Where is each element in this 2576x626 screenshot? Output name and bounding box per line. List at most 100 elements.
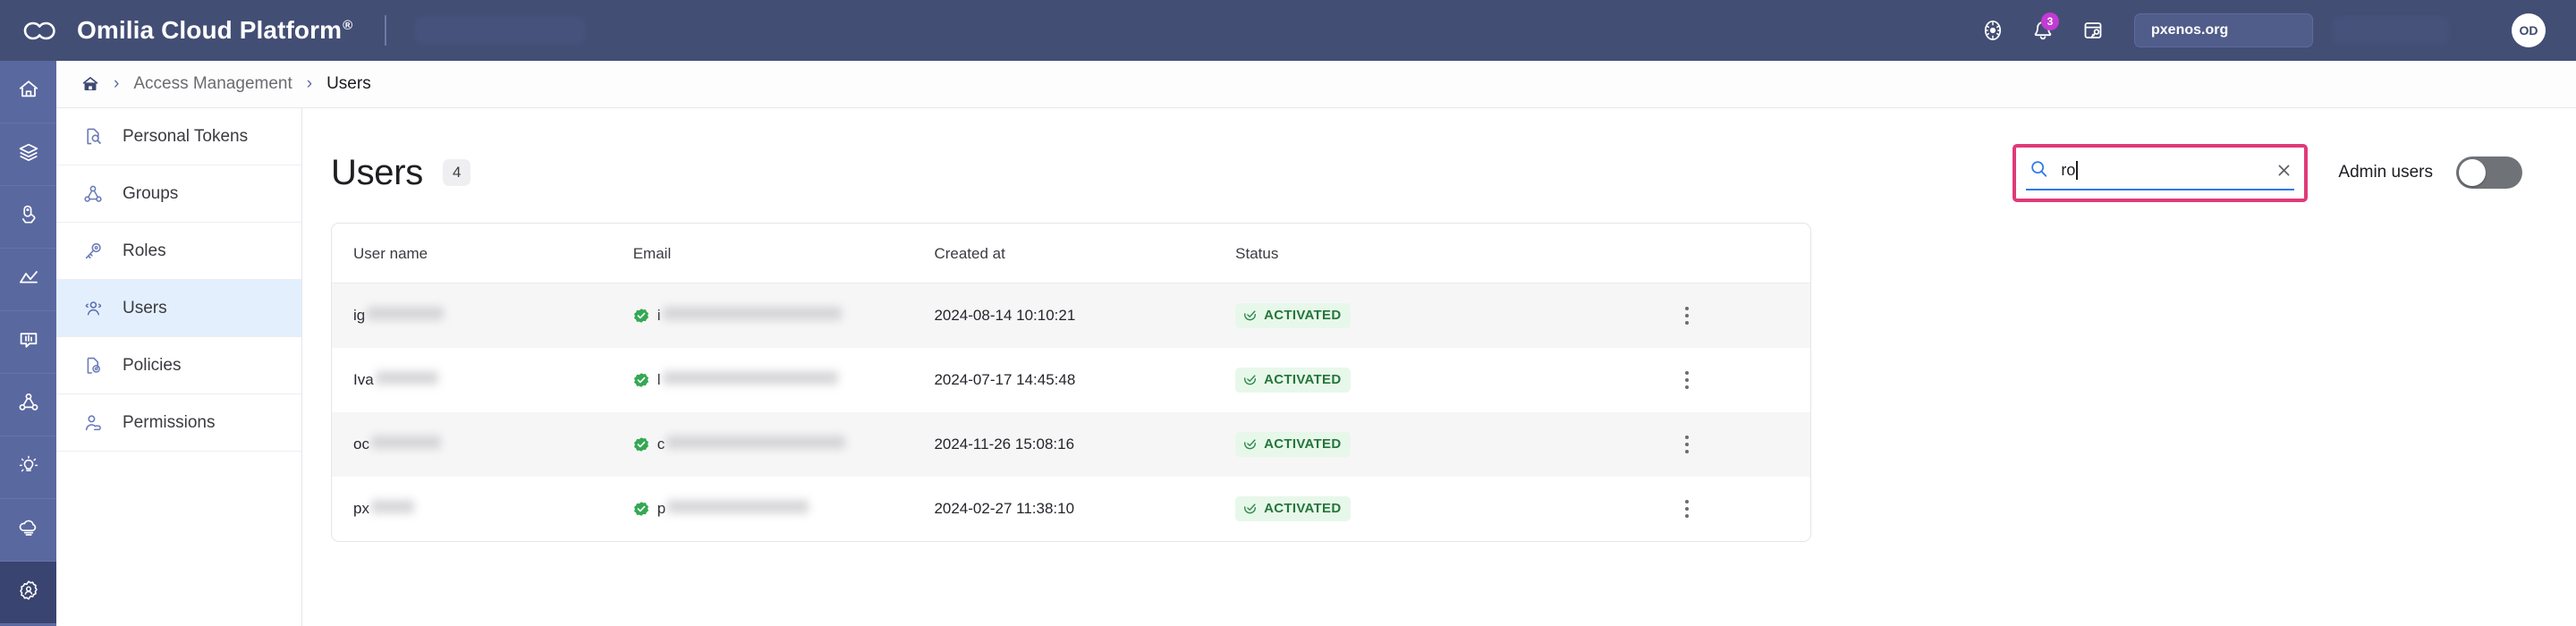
breadcrumb-home-icon[interactable]	[81, 75, 99, 93]
user-name-prefix: oc	[353, 436, 369, 453]
panel-row: Personal Tokens Groups	[56, 108, 2576, 626]
cell-actions	[1674, 412, 1810, 477]
search-input[interactable]: ro	[2061, 161, 2263, 180]
redacted-email: i	[657, 307, 842, 325]
user-name-prefix: ig	[353, 307, 365, 325]
user-name-prefix: Iva	[353, 371, 374, 389]
header-placeholder-box	[415, 17, 585, 44]
cell-created-at: 2024-11-26 15:08:16	[934, 412, 1235, 477]
rail-item-interactions[interactable]	[0, 186, 56, 249]
sidebar-item-roles[interactable]: Roles	[56, 223, 301, 280]
kebab-menu-icon[interactable]	[1674, 367, 1700, 393]
cell-user-name: oc	[332, 412, 633, 477]
email-prefix: i	[657, 307, 661, 325]
notification-count-badge: 3	[2041, 13, 2059, 30]
breadcrumb: › Access Management › Users	[56, 61, 2576, 108]
cell-actions	[1674, 283, 1810, 349]
header-placeholder-box-2	[2333, 17, 2449, 44]
sidebar-item-permissions[interactable]: Permissions	[56, 394, 301, 452]
breadcrumb-parent-link[interactable]: Access Management	[133, 74, 292, 94]
kebab-menu-icon[interactable]	[1674, 495, 1700, 522]
rail-item-home[interactable]	[0, 61, 56, 123]
status-text: ACTIVATED	[1264, 501, 1341, 516]
redaction-blur	[371, 436, 441, 449]
notifications-bell-icon[interactable]: 3	[2018, 10, 2068, 51]
email-value: p	[633, 500, 935, 518]
organization-name: pxenos.org	[2151, 22, 2228, 38]
column-header-created-at: Created at	[934, 224, 1235, 283]
rail-item-conversations[interactable]	[0, 311, 56, 374]
rail-item-flows[interactable]	[0, 374, 56, 436]
breadcrumb-current: Users	[326, 74, 371, 94]
admin-users-label: Admin users	[2338, 163, 2433, 182]
api-credentials-icon[interactable]	[2068, 10, 2118, 51]
brand[interactable]: Omilia Cloud Platform®	[20, 13, 352, 48]
rail-item-analytics[interactable]	[0, 249, 56, 311]
cell-created-at: 2024-07-17 14:45:48	[934, 348, 1235, 412]
check-circle-icon	[1243, 373, 1257, 386]
table-row[interactable]: oc c	[332, 412, 1810, 477]
cell-email: c	[633, 412, 935, 477]
verified-badge-icon	[633, 436, 649, 453]
cell-user-name: Iva	[332, 348, 633, 412]
cell-created-at: 2024-02-27 11:38:10	[934, 477, 1235, 541]
user-name-prefix: px	[353, 500, 369, 518]
rail-item-cloud[interactable]	[0, 499, 56, 562]
sidebar-item-label: Personal Tokens	[123, 127, 248, 147]
table-row[interactable]: ig i	[332, 283, 1810, 349]
organization-selector[interactable]: pxenos.org	[2134, 13, 2313, 47]
sidebar-item-label: Groups	[123, 184, 178, 204]
omilia-cloud-logo-icon	[20, 13, 61, 48]
table-body: ig i	[332, 283, 1810, 542]
appearance-icon[interactable]	[1968, 10, 2018, 51]
cell-status: ACTIVATED	[1235, 283, 1674, 349]
email-prefix: l	[657, 371, 661, 389]
sidebar-item-users[interactable]: Users	[56, 280, 301, 337]
email-prefix: c	[657, 436, 665, 453]
redaction-blur	[667, 500, 809, 513]
sidebar-item-policies[interactable]: Policies	[56, 337, 301, 394]
sidebar-item-label: Policies	[123, 356, 181, 376]
redacted-user-name: ig	[353, 307, 444, 325]
token-document-icon	[81, 125, 105, 148]
kebab-menu-icon[interactable]	[1674, 302, 1700, 329]
status-badge: ACTIVATED	[1235, 496, 1351, 521]
status-text: ACTIVATED	[1264, 372, 1341, 387]
rail-item-access-management[interactable]	[0, 562, 56, 624]
toggle-knob	[2459, 159, 2486, 186]
rail-item-layers[interactable]	[0, 123, 56, 186]
table-row[interactable]: Iva l	[332, 348, 1810, 412]
close-icon[interactable]	[2275, 162, 2292, 179]
rail-item-insights[interactable]	[0, 436, 56, 499]
avatar[interactable]: OD	[2512, 13, 2546, 47]
layers-icon	[17, 140, 40, 168]
table-header-row: User name Email Created at Status	[332, 224, 1810, 283]
table-head: User name Email Created at Status	[332, 224, 1810, 283]
search-highlight-box: ro	[2012, 144, 2308, 202]
brand-title: Omilia Cloud Platform®	[77, 16, 352, 45]
analytics-icon	[17, 266, 40, 293]
sidebar-item-personal-tokens[interactable]: Personal Tokens	[56, 108, 301, 165]
table-row[interactable]: px p	[332, 477, 1810, 541]
redacted-user-name: Iva	[353, 371, 438, 389]
check-circle-icon	[1243, 309, 1257, 322]
sidebar-item-groups[interactable]: Groups	[56, 165, 301, 223]
check-circle-icon	[1243, 502, 1257, 515]
column-header-actions	[1674, 224, 1810, 283]
verified-badge-icon	[633, 308, 649, 324]
groups-icon	[81, 182, 105, 206]
cell-status: ACTIVATED	[1235, 348, 1674, 412]
network-icon	[17, 391, 40, 419]
cell-email: l	[633, 348, 935, 412]
admin-users-toggle[interactable]	[2456, 156, 2522, 189]
check-circle-icon	[1243, 437, 1257, 451]
avatar-initials: OD	[2520, 23, 2538, 38]
text-cursor	[2076, 161, 2078, 180]
kebab-menu-icon[interactable]	[1674, 431, 1700, 458]
redacted-user-name: oc	[353, 436, 441, 453]
users-icon	[81, 297, 105, 320]
body: › Access Management › Users	[0, 61, 2576, 626]
search-field[interactable]: ro	[2026, 155, 2294, 190]
home-icon	[17, 78, 40, 106]
primary-nav-rail	[0, 61, 56, 626]
